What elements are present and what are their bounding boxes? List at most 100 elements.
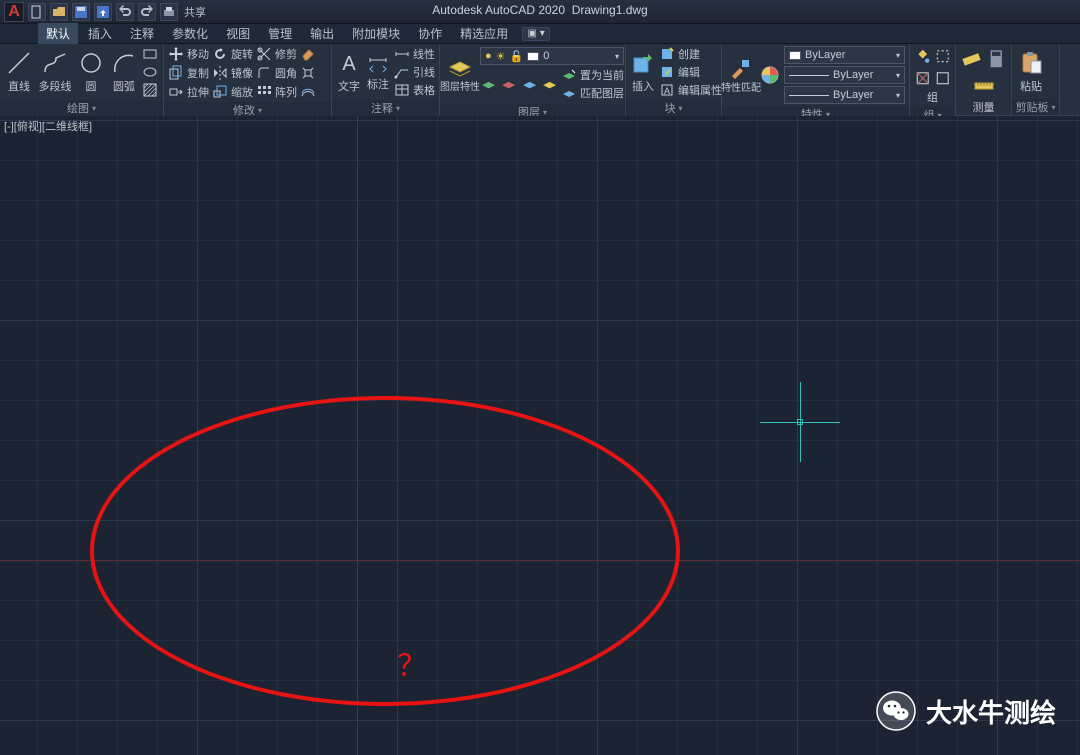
tab-default[interactable]: 默认: [38, 23, 78, 44]
lock-icon: 🔓: [510, 50, 524, 63]
group-icon-3[interactable]: [914, 68, 932, 89]
tool-offset[interactable]: [300, 84, 316, 100]
hatch-icon: [142, 82, 158, 98]
tool-rotate[interactable]: 旋转: [212, 46, 253, 62]
lineweight-combo[interactable]: ByLayer▾: [784, 66, 905, 84]
tool-move[interactable]: 移动: [168, 46, 209, 62]
tab-insert[interactable]: 插入: [80, 23, 120, 44]
sun-icon: ☀: [496, 50, 506, 63]
tool-array[interactable]: 阵列: [256, 84, 297, 100]
tool-fillet[interactable]: 圆角: [256, 65, 297, 81]
panel-clipboard: 粘贴 剪贴板: [1012, 44, 1060, 115]
tool-hatch[interactable]: [142, 82, 158, 98]
layer-combo[interactable]: ● ☀ 🔓 0 ▾: [480, 47, 624, 65]
app-menu-icon[interactable]: A: [4, 2, 24, 22]
copy-icon: [168, 65, 184, 81]
tab-collaborate[interactable]: 协作: [410, 23, 450, 44]
rotate-icon: [212, 46, 228, 62]
viewport-label[interactable]: [-][俯视][二维线框]: [4, 118, 92, 134]
tab-addins[interactable]: 附加模块: [344, 23, 408, 44]
tool-layer-props[interactable]: 图层特性: [444, 55, 476, 93]
paste-label: 粘贴: [1020, 78, 1042, 94]
tool-copy[interactable]: 复制: [168, 65, 209, 81]
panel-clip-title[interactable]: 剪贴板: [1012, 99, 1059, 115]
redo-icon[interactable]: [138, 3, 156, 21]
layer-sub1-icon[interactable]: [480, 67, 497, 101]
tool-dimension[interactable]: 标注: [365, 52, 391, 92]
layer-sub2-icon[interactable]: [500, 67, 517, 101]
tab-annotate[interactable]: 注释: [122, 23, 162, 44]
share-button[interactable]: 共享: [184, 4, 206, 20]
tool-ellipse[interactable]: [142, 64, 158, 80]
edit-attr-icon: A: [659, 82, 675, 98]
panel-layer: 图层特性 ● ☀ 🔓 0 ▾: [440, 44, 626, 115]
tool-polyline[interactable]: 多段线: [37, 50, 73, 94]
save-icon[interactable]: [72, 3, 90, 21]
tool-leader[interactable]: 引线: [394, 64, 435, 80]
tool-polyline-label: 多段线: [39, 78, 72, 94]
layer-match[interactable]: 匹配图层: [561, 85, 624, 101]
panel-annotate-title[interactable]: 注释: [332, 100, 439, 116]
tool-arc[interactable]: 圆弧: [109, 50, 139, 94]
tool-match-props[interactable]: 特性匹配: [726, 56, 756, 94]
tool-paste[interactable]: 粘贴: [1016, 50, 1046, 94]
tool-color-wheel[interactable]: [759, 64, 781, 86]
calc-icon[interactable]: [985, 46, 1008, 72]
tool-rectangle[interactable]: [142, 46, 158, 62]
edit-block-icon: [659, 64, 675, 80]
saveas-icon[interactable]: [94, 3, 112, 21]
draw-extra: [142, 46, 158, 98]
tool-table[interactable]: 表格: [394, 82, 435, 98]
measure-label: 测量: [973, 99, 995, 115]
move-icon: [168, 46, 184, 62]
tab-parametric[interactable]: 参数化: [164, 23, 216, 44]
block-create[interactable]: 创建: [659, 46, 722, 62]
titlebar: A 共享 Autodesk AutoCAD 2020 Drawing1.dwg: [0, 0, 1080, 24]
open-icon[interactable]: [50, 3, 68, 21]
group-label: 组: [927, 89, 938, 105]
tab-overflow[interactable]: ▣ ▾: [522, 27, 550, 41]
fillet-icon: [256, 65, 272, 81]
panel-block-title[interactable]: 块: [626, 100, 721, 116]
tab-featured[interactable]: 精选应用: [452, 23, 516, 44]
match-props-label: 特性匹配: [721, 84, 761, 94]
tool-scale[interactable]: 缩放: [212, 84, 253, 100]
block-edit[interactable]: 编辑: [659, 64, 722, 80]
group-icon-1[interactable]: [914, 46, 932, 67]
tool-text[interactable]: A 文字: [336, 50, 362, 94]
tool-mirror[interactable]: 镜像: [212, 65, 253, 81]
chevron-down-icon: ▾: [615, 52, 619, 61]
block-edit-attr[interactable]: A编辑属性: [659, 82, 722, 98]
new-icon[interactable]: [28, 3, 46, 21]
tab-view[interactable]: 视图: [218, 23, 258, 44]
tool-line[interactable]: 直线: [4, 50, 34, 94]
file-name: Drawing1.dwg: [572, 3, 648, 17]
watermark-text: 大水牛测绘: [926, 693, 1056, 730]
match-layer-icon: [561, 85, 577, 101]
measure-icon[interactable]: [960, 46, 983, 72]
tool-trim[interactable]: 修剪: [256, 46, 297, 62]
layer-make-current[interactable]: 置为当前: [561, 67, 624, 83]
layer-sub3-icon[interactable]: [521, 67, 538, 101]
tool-stretch[interactable]: 拉伸: [168, 84, 209, 100]
tool-erase[interactable]: [300, 46, 316, 62]
panel-draw-title[interactable]: 绘图: [0, 100, 163, 116]
tool-insert-block[interactable]: 插入: [630, 50, 656, 94]
print-icon[interactable]: [160, 3, 178, 21]
tool-circle[interactable]: 圆: [76, 50, 106, 94]
tool-measure[interactable]: 测量: [973, 75, 995, 115]
scale-icon: [212, 84, 228, 100]
group-icon-2[interactable]: [934, 46, 952, 67]
group-icon-4[interactable]: [934, 68, 952, 89]
drawing-canvas[interactable]: [-][俯视][二维线框] ？ 大水牛测绘: [0, 116, 1080, 755]
panel-block: 插入 创建 编辑 A编辑属性 块: [626, 44, 722, 115]
tool-explode[interactable]: [300, 65, 316, 81]
tab-output[interactable]: 输出: [302, 23, 342, 44]
table-icon: [394, 82, 410, 98]
color-combo[interactable]: ByLayer▾: [784, 46, 905, 64]
tool-linear[interactable]: 线性: [394, 46, 435, 62]
layer-sub4-icon[interactable]: [541, 67, 558, 101]
tab-manage[interactable]: 管理: [260, 23, 300, 44]
linetype-combo[interactable]: ByLayer▾: [784, 86, 905, 104]
undo-icon[interactable]: [116, 3, 134, 21]
